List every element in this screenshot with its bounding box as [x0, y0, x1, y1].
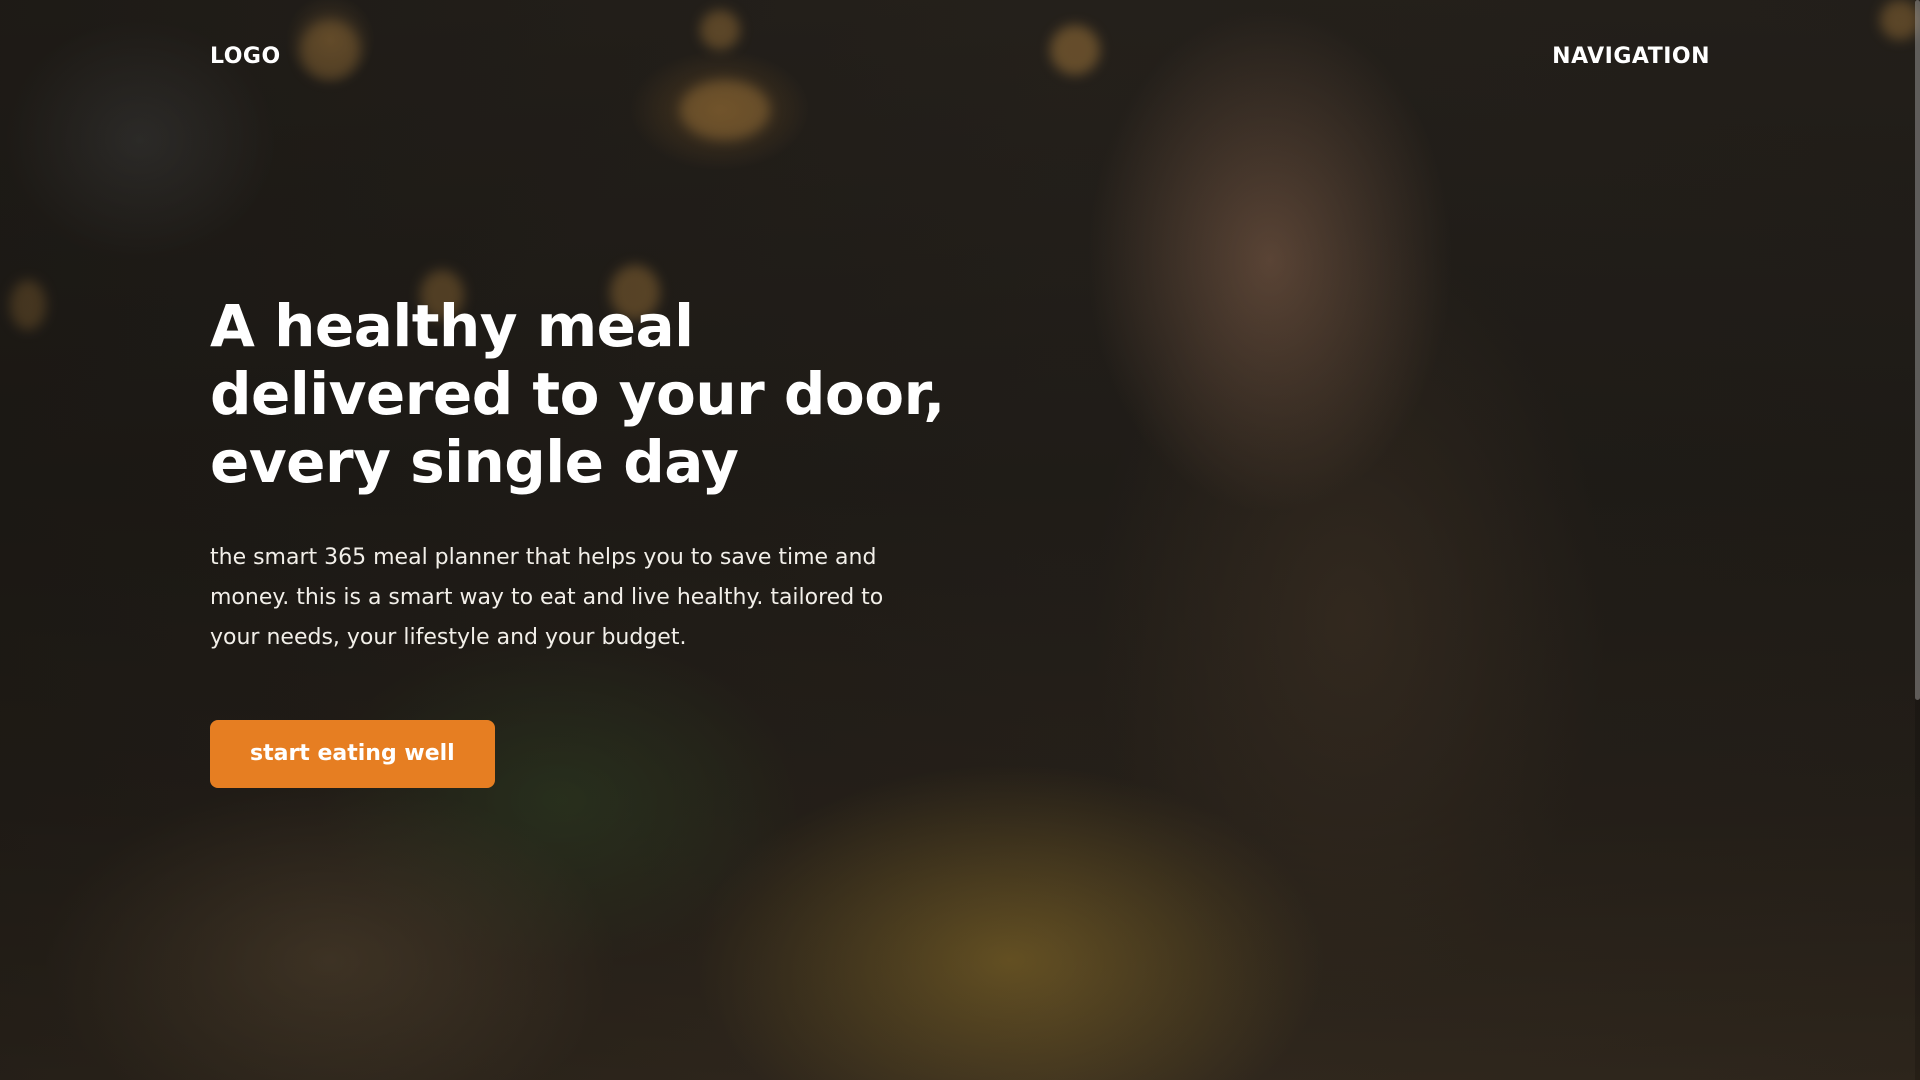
logo-link[interactable]: LOGO	[210, 44, 281, 69]
site-header: LOGO NAVIGATION	[210, 40, 1710, 72]
start-eating-well-button[interactable]: start eating well	[210, 720, 495, 788]
navigation-link[interactable]: NAVIGATION	[1552, 44, 1710, 69]
hero-description: the smart 365 meal planner that helps yo…	[210, 545, 884, 650]
scrollbar[interactable]	[1915, 0, 1920, 1080]
hero-content: A healthy meal delivered to your door, e…	[210, 292, 970, 788]
headline-line: A healthy meal	[210, 292, 694, 360]
scrollbar-thumb[interactable]	[1915, 0, 1920, 700]
headline-line: every single day	[210, 428, 739, 496]
headline-line: delivered to your door,	[210, 360, 945, 428]
hero-section: LOGO NAVIGATION A healthy meal delivered…	[0, 0, 1920, 1080]
hero-headline: A healthy meal delivered to your door, e…	[210, 292, 970, 496]
